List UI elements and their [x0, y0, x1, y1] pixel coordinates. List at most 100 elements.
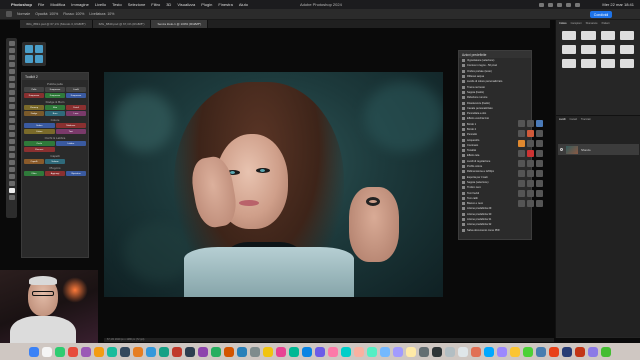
extension-tool-icon[interactable]	[518, 200, 525, 207]
type-icon[interactable]	[8, 153, 15, 158]
toolkit-button[interactable]: Frequenze	[66, 93, 86, 98]
dock-app-icon[interactable]	[497, 346, 507, 357]
dock-app-icon[interactable]	[419, 346, 429, 357]
menu-view[interactable]: Visualizza	[177, 2, 195, 7]
extension-tool-icon[interactable]	[527, 190, 534, 197]
extension-tool-icon[interactable]	[527, 140, 534, 147]
tab-gradients[interactable]: Sfumature	[586, 22, 598, 25]
menu-plugins[interactable]: Plugin	[201, 2, 212, 7]
dock-app-icon[interactable]	[432, 346, 442, 357]
dock-app-icon[interactable]	[29, 346, 39, 357]
extension-tool-icon[interactable]	[536, 140, 543, 147]
blur-icon[interactable]	[8, 132, 15, 137]
extension-tool-icon[interactable]	[536, 180, 543, 187]
dock-app-icon[interactable]	[263, 346, 273, 357]
dock-app-icon[interactable]	[276, 346, 286, 357]
toolkit-button[interactable]: Livelli	[66, 87, 86, 92]
dock-app-icon[interactable]	[120, 346, 130, 357]
dock-app-icon[interactable]	[445, 346, 455, 357]
toolkit-button[interactable]: Frequenza	[45, 87, 65, 92]
tab-paths[interactable]: Tracciati	[581, 118, 591, 121]
menu-app-name[interactable]: Photoshop	[11, 2, 32, 7]
pen-icon[interactable]	[8, 146, 15, 151]
extension-tool-icon[interactable]	[518, 160, 525, 167]
toolkit-button[interactable]: Rimuovi	[24, 147, 55, 152]
extension-tool-icon[interactable]	[527, 170, 534, 177]
dock-app-icon[interactable]	[94, 346, 104, 357]
toolkit-button[interactable]: Frequenze	[45, 93, 65, 98]
channel-mixer-icon[interactable]	[581, 59, 596, 68]
dock-app-icon[interactable]	[601, 346, 611, 357]
dock-app-icon[interactable]	[536, 346, 546, 357]
extension-tool-icon[interactable]	[536, 200, 543, 207]
quick-select-icon[interactable]	[8, 62, 15, 67]
eraser-icon[interactable]	[8, 118, 15, 123]
levels-icon[interactable]	[581, 31, 596, 40]
menu-image[interactable]: Immagine	[71, 2, 89, 7]
extension-tool-icon[interactable]	[527, 160, 534, 167]
move-tool-icon[interactable]	[8, 41, 15, 46]
extension-tool-icon[interactable]	[536, 190, 543, 197]
toolkit-button[interactable]: Toni	[55, 129, 86, 134]
curves-icon[interactable]	[600, 31, 615, 40]
dock-app-icon[interactable]	[42, 346, 52, 357]
dock-app-icon[interactable]	[523, 346, 533, 357]
vibrance-icon[interactable]	[562, 45, 577, 54]
extension-tool-icon[interactable]	[518, 190, 525, 197]
dock-app-icon[interactable]	[367, 346, 377, 357]
color-lookup-icon[interactable]	[600, 59, 615, 68]
dock-app-icon[interactable]	[289, 346, 299, 357]
dock-app-icon[interactable]	[302, 346, 312, 357]
hue-saturation-icon[interactable]	[581, 45, 596, 54]
dock-app-icon[interactable]	[549, 346, 559, 357]
layer-row[interactable]: Sfondo	[558, 144, 639, 155]
document-canvas[interactable]	[104, 72, 443, 297]
dock-app-icon[interactable]	[250, 346, 260, 357]
mini-tool-icon[interactable]	[25, 55, 33, 63]
menu-file[interactable]: File	[38, 2, 44, 7]
brush-tool-icon[interactable]	[6, 11, 12, 17]
hand-icon[interactable]	[8, 174, 15, 179]
lasso-tool-icon[interactable]	[8, 55, 15, 60]
menu-filter[interactable]: Filtro	[151, 2, 160, 7]
dock-app-icon[interactable]	[211, 346, 221, 357]
dock-app-icon[interactable]	[471, 346, 481, 357]
toolkit-button[interactable]: Detail	[66, 105, 86, 110]
tab-color[interactable]: Colore	[559, 22, 567, 25]
toolkit-button[interactable]: Occhi	[24, 141, 55, 146]
toolkit-button[interactable]: Ripristina	[66, 171, 86, 176]
quick-mask-icon[interactable]	[8, 195, 15, 200]
blend-mode[interactable]: Normale	[17, 12, 30, 16]
doc-tab[interactable]: IMG_8831.psd @ 67,1% (Sfondo 3, RGB/8*)	[20, 20, 93, 28]
dock-app-icon[interactable]	[133, 346, 143, 357]
extension-tool-icon[interactable]	[536, 150, 543, 157]
toolkit-button[interactable]: Nitidezza	[55, 123, 86, 128]
extension-tool-icon[interactable]	[518, 120, 525, 127]
dock-app-icon[interactable]	[341, 346, 351, 357]
toolkit-button[interactable]: Skin	[45, 105, 65, 110]
dock-app-icon[interactable]	[185, 346, 195, 357]
extension-tool-icon[interactable]	[518, 180, 525, 187]
extension-tool-icon[interactable]	[527, 180, 534, 187]
opacity-field[interactable]: Opacità: 100%	[35, 12, 58, 16]
doc-tab[interactable]: IMG_8840.psd @ 67,1% (RGB/8*)	[92, 20, 152, 28]
menu-edit[interactable]: Modifica	[50, 2, 65, 7]
tab-patterns[interactable]: Pattern	[602, 22, 610, 25]
extension-tool-icon[interactable]	[518, 170, 525, 177]
toolkit-button[interactable]: Burn	[45, 111, 65, 116]
smoothing-field[interactable]: Livellatura: 10%	[89, 12, 114, 16]
clone-stamp-icon[interactable]	[8, 104, 15, 109]
dodge-icon[interactable]	[8, 139, 15, 144]
extension-tool-icon[interactable]	[536, 170, 543, 177]
shape-icon[interactable]	[8, 167, 15, 172]
dock-app-icon[interactable]	[393, 346, 403, 357]
black-white-icon[interactable]	[619, 45, 634, 54]
toolkit-button[interactable]: Volume	[45, 159, 65, 164]
dock-app-icon[interactable]	[55, 346, 65, 357]
frame-tool-icon[interactable]	[8, 76, 15, 81]
toolkit-button[interactable]: Dodge	[24, 111, 44, 116]
extension-tool-icon[interactable]	[527, 130, 534, 137]
color-balance-icon[interactable]	[600, 45, 615, 54]
dock-app-icon[interactable]	[224, 346, 234, 357]
dock-app-icon[interactable]	[406, 346, 416, 357]
